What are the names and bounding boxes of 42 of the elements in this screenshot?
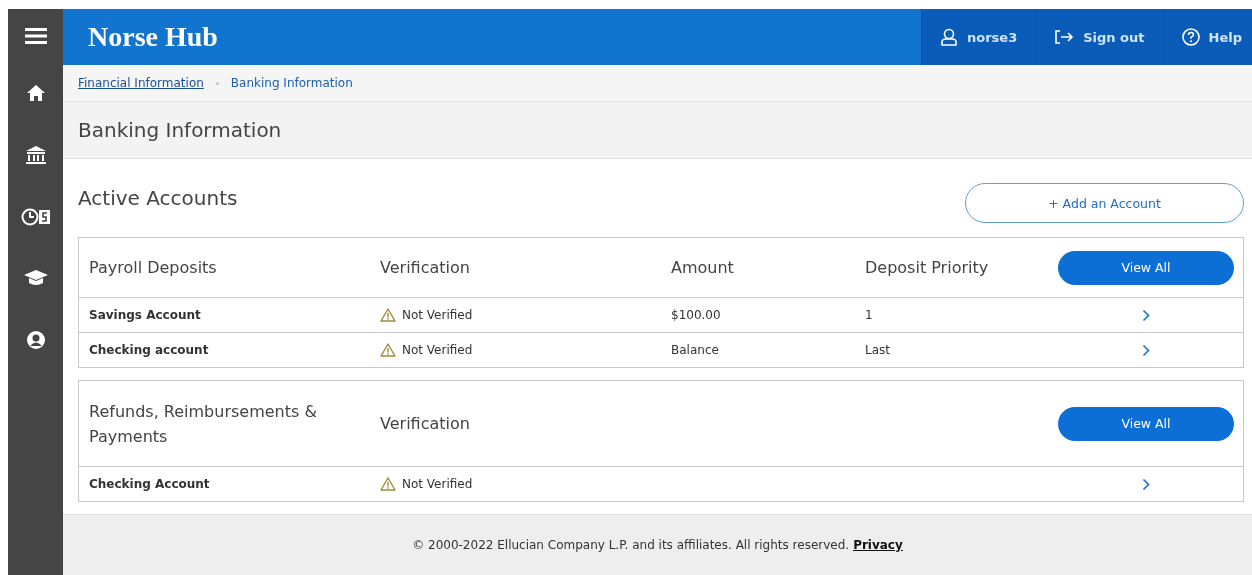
sign-out-icon <box>1054 29 1075 45</box>
user-icon <box>940 28 958 46</box>
section-title: Active Accounts <box>78 186 238 210</box>
column-header: Deposit Priority <box>865 257 990 279</box>
view-all-button[interactable]: View All <box>1058 406 1234 441</box>
view-all-button[interactable]: View All <box>1058 250 1234 285</box>
add-account-button[interactable]: + Add an Account <box>965 183 1244 223</box>
app-title: Norse Hub <box>88 21 218 53</box>
account-name: Savings Account <box>89 308 202 322</box>
chevron-right-icon[interactable] <box>1142 308 1150 322</box>
menu-icon[interactable] <box>24 27 47 45</box>
user-icon[interactable] <box>25 330 46 350</box>
home-icon[interactable] <box>25 84 46 102</box>
separator-dot-icon <box>215 81 219 85</box>
copyright-text: © 2000-2022 Ellucian Company L.P. and its affiliates. All rights reserved. <box>412 538 850 552</box>
table-cell-text: Balance <box>671 343 720 357</box>
account-name: Checking Account <box>89 477 211 491</box>
breadcrumb-link[interactable]: Banking Information <box>230 76 353 90</box>
table-cell-text: $100.00 <box>671 308 722 322</box>
help-icon <box>1181 28 1200 46</box>
warning-icon <box>380 477 396 491</box>
graduation-cap-icon[interactable] <box>22 269 49 287</box>
table-cell-text: Last <box>865 343 891 357</box>
page-title: Banking Information <box>78 118 282 142</box>
status-text: Not Verified <box>402 477 473 491</box>
clock-dollar-icon[interactable] <box>20 208 51 226</box>
account-name: Checking account <box>89 343 210 357</box>
column-header: Verification <box>380 413 471 435</box>
bank-icon[interactable] <box>24 145 47 165</box>
column-header: Verification <box>380 257 471 279</box>
warning-icon <box>380 308 396 322</box>
column-header: Refunds, Reimbursements & Payments <box>89 400 318 448</box>
chevron-right-icon[interactable] <box>1142 477 1150 491</box>
warning-icon <box>380 343 396 357</box>
status-text: Not Verified <box>402 308 473 322</box>
privacy-link[interactable]: Privacy <box>853 538 903 552</box>
status-text: Not Verified <box>402 343 473 357</box>
column-header: Payroll Deposits <box>89 257 218 279</box>
chevron-right-icon[interactable] <box>1142 343 1150 357</box>
table-cell-text: 1 <box>865 308 874 322</box>
breadcrumb-link[interactable]: Financial Information <box>78 76 204 90</box>
column-header: Amount <box>671 257 735 279</box>
